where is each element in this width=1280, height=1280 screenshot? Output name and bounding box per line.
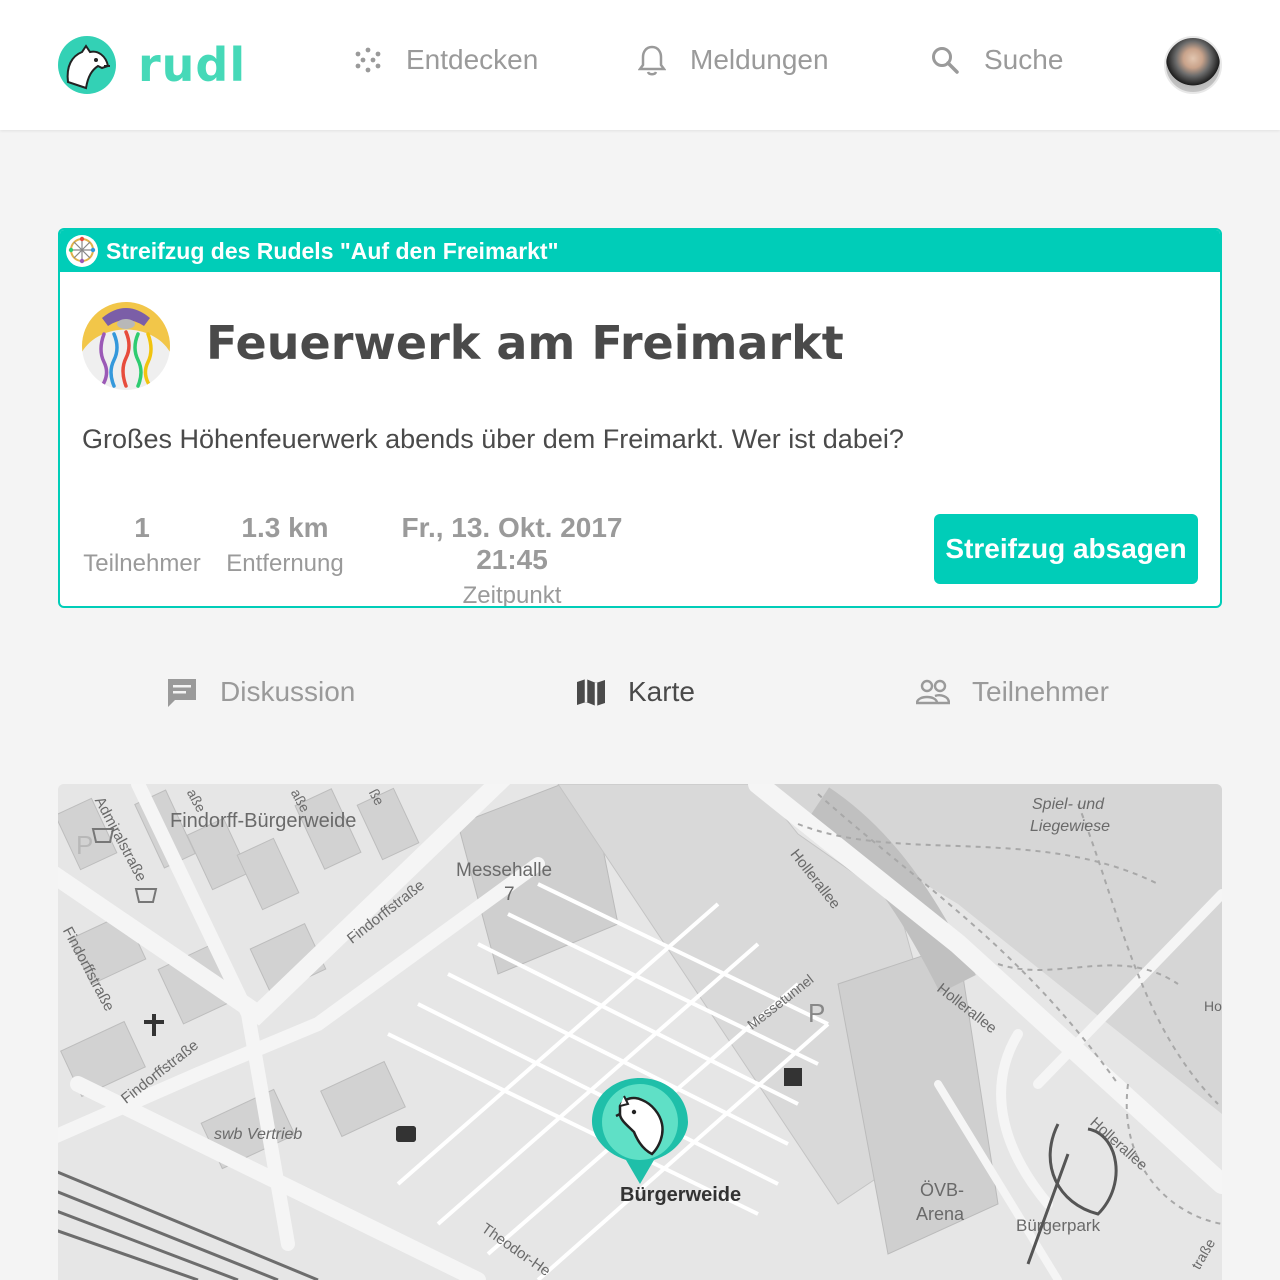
nav-label: Meldungen (690, 44, 829, 75)
tab-label: Karte (628, 676, 695, 707)
logo[interactable]: rudl (58, 36, 246, 94)
dots-icon (355, 47, 381, 73)
event-banner[interactable]: Streifzug des Rudels "Auf den Freimarkt" (60, 230, 1220, 272)
stat-distance: 1.3 km Entfernung (222, 512, 348, 578)
pin-label: Bürgerweide (620, 1184, 742, 1206)
map-view[interactable]: P Findorff-Bürgerweide Messehalle 7 Admi… (58, 784, 1222, 1280)
map-label-findorff: Findorff-Bürgerweide (170, 810, 357, 832)
user-avatar[interactable] (1164, 36, 1222, 94)
stat-label: Zeitpunkt (462, 582, 562, 608)
banner-text: Streifzug des Rudels "Auf den Freimarkt" (106, 237, 559, 264)
map-label-arena: Arena (916, 1204, 965, 1224)
nav-meldungen[interactable]: Meldungen (638, 44, 829, 76)
tab-karte[interactable]: Karte (576, 676, 695, 708)
tab-label: Diskussion (220, 676, 356, 707)
event-title: Feuerwerk am Freimarkt (206, 316, 844, 370)
svg-text:P: P (76, 830, 93, 860)
map-label-oevb: ÖVB- (920, 1180, 965, 1200)
stat-participants: 1 Teilnehmer (82, 512, 202, 578)
map-label-parking: P (808, 998, 826, 1028)
map-label-liegewiese: Liegewiese (1030, 818, 1111, 835)
event-card: Streifzug des Rudels "Auf den Freimarkt"… (58, 228, 1222, 608)
cancel-streifzug-button[interactable]: Streifzug absagen (934, 514, 1198, 584)
map-label-spiel-und: Spiel- und (1032, 796, 1105, 813)
search-icon (932, 47, 959, 74)
map-label-ho: Ho (1204, 998, 1222, 1014)
map-label-messehalle: Messehalle (456, 860, 553, 881)
stat-value: Fr., 13. Okt. 2017 21:45 (401, 512, 623, 575)
bell-icon (638, 45, 666, 76)
stat-time: Fr., 13. Okt. 2017 21:45 Zeitpunkt (362, 512, 662, 608)
nav-suche[interactable]: Suche (930, 44, 1063, 76)
map-label-buergerpark: Bürgerpark (1016, 1216, 1101, 1235)
stat-value: 1.3 km (241, 512, 329, 543)
tab-teilnehmer[interactable]: Teilnehmer (916, 676, 1109, 708)
nav-label: Suche (984, 44, 1064, 75)
stat-label: Entfernung (226, 550, 344, 577)
map-label-messehalle-num: 7 (504, 884, 515, 905)
fireworks-icon (82, 302, 170, 390)
nav-entdecken[interactable]: Entdecken (354, 44, 538, 76)
stat-value: 1 (134, 512, 150, 543)
chat-icon (168, 679, 196, 707)
wolf-logo-icon (58, 36, 116, 94)
nav-label: Entdecken (406, 44, 539, 75)
tab-diskussion[interactable]: Diskussion (166, 676, 355, 708)
tab-label: Teilnehmer (972, 676, 1109, 707)
ferris-wheel-icon (66, 235, 98, 267)
top-header: rudl Entdecken Meldungen Suche (0, 0, 1280, 130)
event-description: Großes Höhenfeuerwerk abends über dem Fr… (82, 424, 904, 454)
logo-text: rudl (138, 38, 247, 92)
map-label-swb-vertrieb: swb Vertrieb (214, 1126, 303, 1143)
people-icon (916, 679, 950, 705)
stat-label: Teilnehmer (83, 550, 201, 577)
location-pin-icon[interactable] (590, 1076, 690, 1186)
map-icon (577, 679, 605, 706)
